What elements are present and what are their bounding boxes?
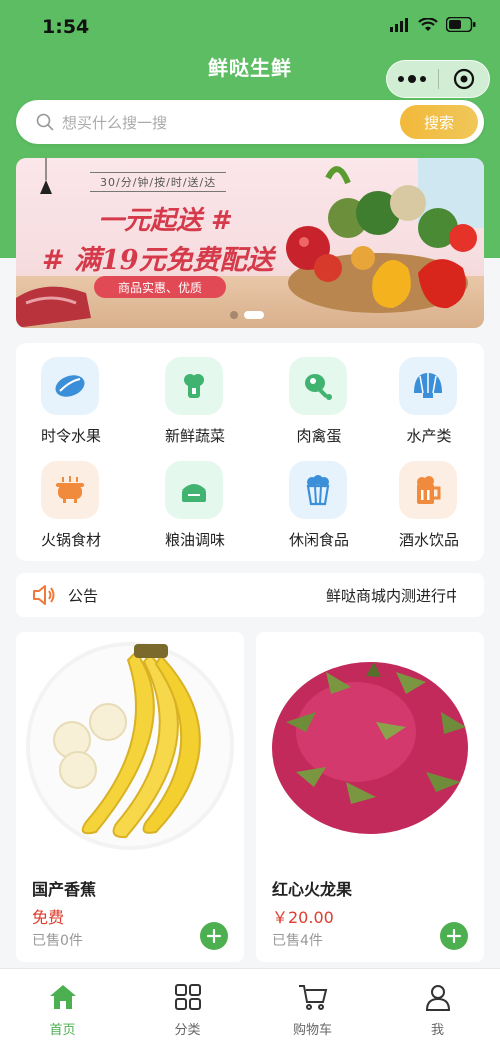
target-close-icon	[453, 68, 474, 90]
banner-dot-active[interactable]	[244, 311, 264, 319]
banner-pagination	[230, 311, 264, 319]
tab-label: 购物车	[292, 1023, 332, 1038]
tab-category[interactable]: 分类	[125, 981, 250, 1041]
tab-me[interactable]: 我	[375, 981, 500, 1041]
category-drinks[interactable]: 酒水饮品	[374, 447, 484, 549]
category-grid: 时令水果 新鲜蔬菜 肉禽蛋 水产类 火锅食材 粮油调味 休闲食品 酒水饮品	[16, 343, 484, 561]
beer-icon	[399, 461, 457, 519]
product-price: ￥20.00	[272, 908, 334, 927]
cart-icon	[250, 981, 375, 1013]
tab-label: 首页	[49, 1023, 76, 1038]
shell-icon	[399, 357, 457, 415]
product-sold-count: 已售0件	[32, 933, 83, 949]
drumstick-icon	[289, 357, 347, 415]
category-vegetable[interactable]: 新鲜蔬菜	[140, 343, 250, 445]
banner-headline: 一元起送 #	[98, 206, 233, 236]
category-snacks[interactable]: 休闲食品	[264, 447, 374, 549]
battery-icon	[446, 17, 476, 32]
category-meat[interactable]: 肉禽蛋	[264, 343, 374, 445]
tab-label: 我	[430, 1023, 444, 1038]
signal-icon	[390, 17, 408, 32]
product-name: 红心火龙果	[272, 880, 353, 899]
notice-bar[interactable]: 公告 鲜哒商城内测进行中	[16, 573, 484, 617]
category-label: 水产类	[406, 427, 452, 445]
category-grain-oil[interactable]: 粮油调味	[140, 447, 250, 549]
plus-icon	[447, 929, 461, 943]
category-label: 粮油调味	[164, 531, 225, 549]
pendant-lamp-icon	[40, 158, 52, 194]
banana-image	[26, 642, 234, 850]
category-seafood[interactable]: 水产类	[374, 343, 484, 445]
category-label: 肉禽蛋	[296, 427, 342, 445]
banner-tagline: 30/分/钟/按/时/送/达	[90, 172, 227, 192]
plus-icon	[207, 929, 221, 943]
category-label: 新鲜蔬菜	[164, 427, 225, 445]
banner-dot[interactable]	[230, 311, 238, 319]
tab-home[interactable]: 首页	[0, 981, 125, 1041]
category-label: 休闲食品	[288, 531, 349, 549]
search-button[interactable]: 搜索	[400, 105, 478, 139]
status-time: 1:54	[42, 16, 90, 38]
search-bar[interactable]: 想买什么搜一搜 搜索	[16, 100, 484, 144]
close-miniprogram-button[interactable]	[438, 68, 489, 90]
bottom-tab-bar: 首页 分类 购物车 我	[0, 968, 500, 1064]
category-label: 时令水果	[40, 427, 101, 445]
mango-icon	[41, 357, 99, 415]
product-sold-count: 已售4件	[272, 933, 323, 949]
tab-cart[interactable]: 购物车	[250, 981, 375, 1041]
miniprogram-capsule	[386, 60, 490, 98]
wifi-icon	[418, 17, 438, 31]
product-card-dragonfruit[interactable]: 红心火龙果 ￥20.00 已售4件	[256, 632, 484, 962]
grid-icon	[125, 981, 250, 1013]
search-icon	[36, 113, 54, 131]
tab-label: 分类	[174, 1023, 201, 1038]
status-icons	[390, 17, 476, 32]
status-bar: 1:54	[0, 0, 500, 48]
category-fruit[interactable]: 时令水果	[16, 343, 126, 445]
banner-subheadline: # 满19元免费配送	[42, 245, 274, 276]
vegetable-basket-image	[286, 158, 484, 313]
home-icon	[0, 981, 125, 1013]
add-to-cart-button[interactable]	[440, 922, 468, 950]
hotpot-icon	[41, 461, 99, 519]
banner-pill: 商品实惠、优质	[94, 276, 226, 298]
popcorn-icon	[289, 461, 347, 519]
category-hotpot[interactable]: 火锅食材	[16, 447, 126, 549]
more-menu-button[interactable]	[387, 75, 438, 83]
rice-icon	[165, 461, 223, 519]
add-to-cart-button[interactable]	[200, 922, 228, 950]
category-label: 火锅食材	[40, 531, 101, 549]
product-card-banana[interactable]: 国产香蕉 免费 已售0件	[16, 632, 244, 962]
speaker-icon	[32, 584, 56, 606]
vegetable-icon	[165, 357, 223, 415]
notice-label: 公告	[68, 586, 99, 605]
product-price: 免费	[32, 908, 65, 927]
dragonfruit-image	[272, 662, 468, 834]
user-icon	[375, 981, 500, 1013]
meat-image	[16, 286, 91, 328]
product-name: 国产香蕉	[32, 880, 97, 899]
promo-banner[interactable]: 30/分/钟/按/时/送/达 一元起送 # # 满19元免费配送 商品实惠、优质	[16, 158, 484, 328]
category-label: 酒水饮品	[398, 531, 459, 549]
notice-marquee-text: 鲜哒商城内测进行中	[326, 587, 456, 605]
